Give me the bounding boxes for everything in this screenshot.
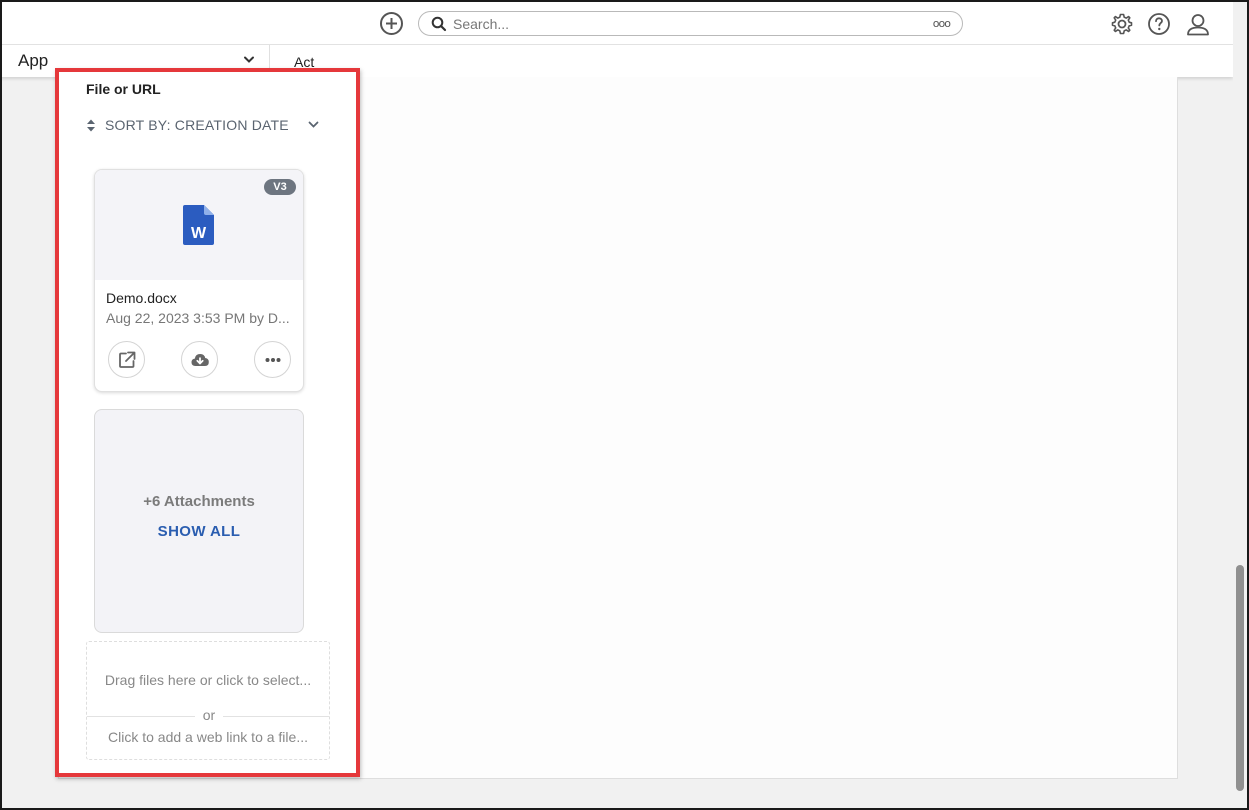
drag-files-prompt[interactable]: Drag files here or click to select... — [87, 672, 329, 688]
svg-text:W: W — [191, 225, 207, 242]
panel-title: File or URL — [86, 81, 161, 97]
show-all-link[interactable]: SHOW ALL — [95, 523, 303, 540]
attachments-card: +6 Attachments SHOW ALL — [94, 409, 304, 633]
file-card[interactable]: V3 W Demo.docx Aug 22, 2023 3:53 PM by D… — [94, 169, 304, 392]
file-thumbnail[interactable]: V3 W — [95, 170, 303, 280]
file-meta: Aug 22, 2023 3:53 PM by D... — [106, 310, 290, 326]
search-options-icon[interactable]: ooo — [933, 17, 951, 30]
file-or-url-panel: File or URL SORT BY: CREATION DATE V3 W … — [55, 68, 360, 777]
chevron-down-icon — [308, 121, 319, 128]
help-icon[interactable] — [1147, 12, 1171, 36]
add-web-link-prompt[interactable]: Click to add a web link to a file... — [87, 729, 329, 745]
more-options-icon — [265, 358, 281, 362]
top-bar: ooo — [0, 0, 1233, 45]
search-input[interactable] — [453, 14, 923, 33]
search-bar: ooo — [418, 11, 963, 36]
plus-icon — [386, 18, 397, 29]
scrollbar-thumb[interactable] — [1236, 565, 1244, 791]
file-name[interactable]: Demo.docx — [106, 290, 177, 306]
open-external-icon — [119, 351, 136, 368]
download-button[interactable] — [181, 341, 218, 378]
add-button[interactable] — [380, 12, 403, 35]
chevron-down-icon[interactable] — [243, 56, 255, 64]
upload-dropzone[interactable]: Drag files here or click to select... or… — [86, 641, 330, 760]
word-document-icon: W — [183, 205, 214, 245]
more-options-button[interactable] — [254, 341, 291, 378]
sort-icon — [87, 119, 95, 132]
version-badge: V3 — [264, 179, 296, 195]
sort-label: SORT BY: CREATION DATE — [105, 117, 289, 133]
gear-icon[interactable] — [1110, 12, 1134, 36]
cloud-download-icon — [191, 354, 209, 366]
user-icon[interactable] — [1186, 12, 1210, 36]
search-icon — [431, 16, 447, 32]
open-external-button[interactable] — [108, 341, 145, 378]
or-label: or — [195, 707, 223, 723]
app-selector-label[interactable]: App — [18, 51, 48, 71]
attachments-count: +6 Attachments — [143, 493, 255, 510]
